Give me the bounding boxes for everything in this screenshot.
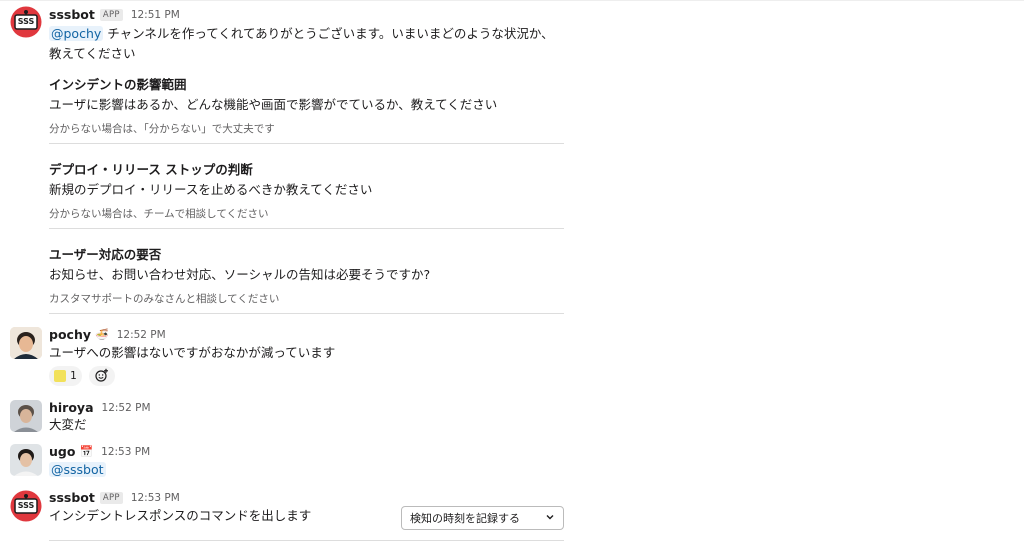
- status-emoji-icon: 🍜: [95, 328, 109, 341]
- message-text: @pochy チャンネルを作ってくれてありがとうございます。いまいまどのような状…: [49, 24, 554, 64]
- add-reaction-button[interactable]: [89, 366, 115, 386]
- section-title: インシデントの影響範囲: [49, 77, 187, 92]
- app-badge: APP: [99, 8, 123, 21]
- section-context: カスタマサポートのみなさんと相談してください: [49, 293, 280, 305]
- message-text: 大変だ: [49, 417, 87, 432]
- message-header: sssbot APP 12:51 PM: [49, 7, 180, 22]
- ugo-avatar[interactable]: [10, 444, 42, 476]
- top-border: [0, 0, 1024, 1]
- sssbot-avatar-label: SSS: [17, 17, 35, 26]
- sssbot-avatar-icon[interactable]: SSS: [10, 6, 42, 38]
- timestamp[interactable]: 12:53 PM: [131, 492, 180, 504]
- timestamp[interactable]: 12:53 PM: [101, 446, 150, 458]
- section-divider: [49, 313, 564, 314]
- timestamp[interactable]: 12:52 PM: [117, 329, 166, 341]
- section-divider: [49, 228, 564, 229]
- section-title: ユーザー対応の要否: [49, 247, 162, 262]
- message-text-line2: 教えてください: [49, 46, 136, 61]
- user-name[interactable]: hiroya: [49, 400, 94, 415]
- user-name[interactable]: ugo: [49, 444, 75, 459]
- message-header: hiroya 12:52 PM: [49, 400, 151, 415]
- section-body: お知らせ、お問い合わせ対応、ソーシャルの告知は必要そうですか?: [49, 267, 431, 282]
- select-label: 検知の時刻を記録する: [410, 512, 520, 525]
- user-name[interactable]: sssbot: [49, 490, 95, 505]
- user-mention[interactable]: @pochy: [49, 26, 104, 41]
- section-context: 分からない場合は、チームで相談してください: [49, 208, 269, 220]
- record-detection-time-select[interactable]: 検知の時刻を記録する: [401, 506, 564, 530]
- user-name[interactable]: sssbot: [49, 7, 95, 22]
- message-header: ugo 📅 12:53 PM: [49, 444, 150, 459]
- message-header: sssbot APP 12:53 PM: [49, 490, 180, 505]
- add-reaction-icon: [95, 368, 109, 385]
- reaction-count: 1: [70, 370, 77, 382]
- section-title: デプロイ・リリース ストップの判断: [49, 162, 253, 177]
- timestamp[interactable]: 12:51 PM: [131, 9, 180, 21]
- message-text: @sssbot: [49, 460, 106, 480]
- section-body: 新規のデプロイ・リリースを止めるべきか教えてください: [49, 182, 373, 197]
- message-header: pochy 🍜 12:52 PM: [49, 327, 166, 342]
- pochy-avatar[interactable]: [10, 327, 42, 359]
- message-text: インシデントレスポンスのコマンドを出します: [49, 508, 312, 523]
- calendar-emoji-icon: 📅: [79, 445, 94, 458]
- section-divider: [49, 143, 564, 144]
- timestamp[interactable]: 12:52 PM: [102, 402, 151, 414]
- chevron-down-icon: [545, 512, 555, 525]
- message-text: ユーザへの影響はないですがおなかが減っています: [49, 345, 336, 360]
- message-text-line1: チャンネルを作ってくれてありがとうございます。いまいまどのような状況か、: [103, 26, 554, 41]
- sssbot-avatar-label: SSS: [17, 501, 35, 510]
- user-mention[interactable]: @sssbot: [49, 462, 106, 477]
- section-divider: [49, 540, 564, 541]
- section-body: ユーザに影響はあるか、どんな機能や画面で影響がでているか、教えてください: [49, 97, 498, 112]
- reaction-emoji-icon: [54, 370, 67, 382]
- reaction-pill[interactable]: 1: [49, 366, 82, 386]
- section-context: 分からない場合は、「分からない」で大丈夫です: [49, 123, 275, 135]
- hiroya-avatar[interactable]: [10, 400, 42, 432]
- user-name[interactable]: pochy: [49, 327, 91, 342]
- app-badge: APP: [99, 491, 123, 504]
- sssbot-avatar-icon[interactable]: SSS: [10, 490, 42, 522]
